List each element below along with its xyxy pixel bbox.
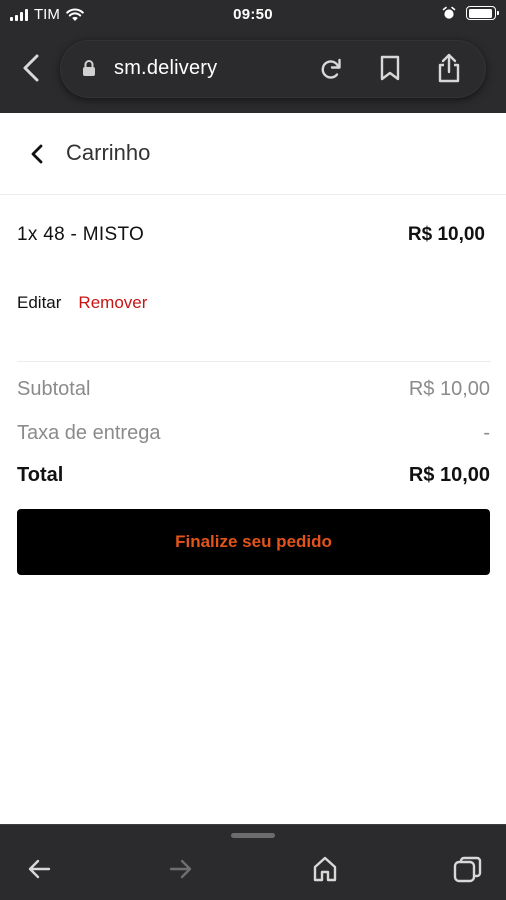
back-chevron-icon[interactable] — [28, 141, 46, 167]
bookmark-icon[interactable] — [378, 54, 402, 82]
page-title: Carrinho — [66, 140, 151, 165]
subtotal-row: Subtotal R$ 10,00 — [17, 378, 490, 404]
item-name: 1x 48 - MISTO — [17, 224, 145, 245]
share-icon[interactable] — [436, 52, 462, 84]
reload-icon[interactable] — [318, 56, 344, 82]
url-text[interactable]: sm.delivery — [114, 57, 217, 80]
battery-icon — [466, 6, 499, 20]
total-value: R$ 10,00 — [408, 464, 490, 486]
item-price: R$ 10,00 — [407, 224, 485, 245]
delivery-fee-label: Taxa de entrega — [17, 422, 161, 444]
delivery-fee-row: Taxa de entrega - — [17, 422, 490, 448]
status-right — [442, 6, 499, 20]
lock-icon — [83, 60, 95, 76]
delivery-fee-value: - — [483, 422, 490, 444]
divider — [17, 361, 491, 362]
alarm-icon — [442, 6, 456, 19]
tabs-icon[interactable] — [452, 855, 484, 885]
forward-arrow-icon[interactable] — [168, 857, 194, 881]
item-actions: Editar Remover — [17, 293, 147, 313]
battery-fill — [468, 8, 493, 18]
status-bar: TIM 09:50 — [0, 0, 506, 30]
page-header: Carrinho — [0, 113, 506, 195]
status-time: 09:50 — [233, 6, 273, 23]
home-icon[interactable] — [312, 855, 338, 883]
browser-bottom-toolbar — [0, 824, 506, 900]
chevron-left-icon[interactable] — [16, 50, 44, 86]
checkout-button[interactable]: Finalize seu pedido — [17, 509, 490, 575]
subtotal-value: R$ 10,00 — [408, 378, 490, 400]
subtotal-label: Subtotal — [17, 378, 91, 400]
browser-top-bar: TIM 09:50 sm.delivery — [0, 0, 506, 113]
total-label: Total — [17, 464, 64, 486]
drag-handle[interactable] — [231, 833, 275, 838]
address-bar[interactable]: sm.delivery — [60, 40, 486, 98]
back-arrow-icon[interactable] — [26, 857, 52, 881]
remove-link[interactable]: Remover — [78, 293, 147, 313]
cart-item: 1x 48 - MISTO R$ 10,00 — [17, 224, 485, 252]
total-row: Total R$ 10,00 — [17, 464, 490, 490]
edit-link[interactable]: Editar — [17, 293, 61, 313]
